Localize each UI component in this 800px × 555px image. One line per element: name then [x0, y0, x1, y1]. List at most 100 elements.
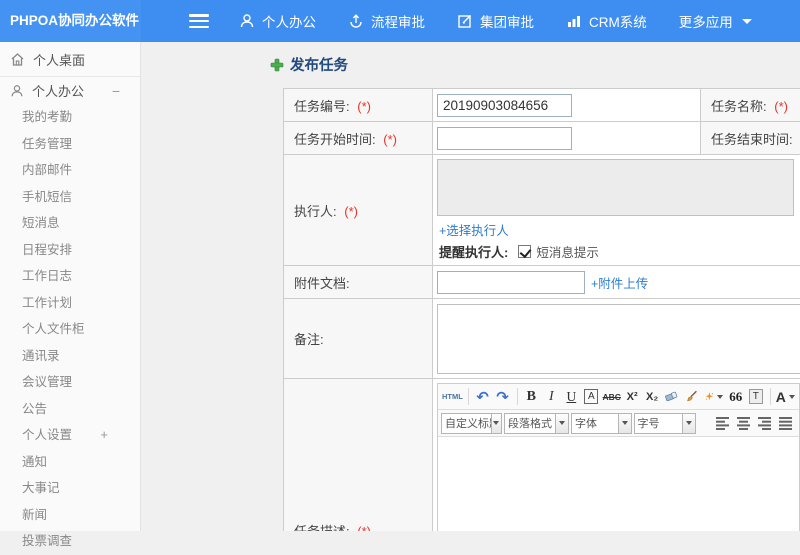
task-name-label-cell: 任务名称: (*) [701, 89, 800, 122]
sidebar-group-personal-office[interactable]: 个人办公 − [0, 77, 140, 104]
divider [770, 388, 771, 405]
sidebar-item-label: 个人桌面 [33, 50, 85, 69]
align-center-icon[interactable] [733, 413, 754, 434]
blockquote-icon[interactable]: 66 [727, 386, 745, 407]
superscript-button[interactable]: X² [623, 386, 641, 407]
executor-label-cell: 执行人: (*) [284, 155, 433, 266]
editor-content-area[interactable] [438, 437, 799, 531]
bold-button[interactable]: B [522, 386, 540, 407]
sidebar-item-file-cabinet[interactable]: 个人文件柜 [0, 316, 140, 343]
caret-down-icon [789, 395, 795, 399]
sidebar-item-personal-desktop[interactable]: 个人桌面 [0, 42, 140, 76]
expand-plus-icon[interactable]: + [100, 422, 108, 449]
autotypeset-icon[interactable] [703, 386, 725, 407]
sidebar-item-mobile-sms[interactable]: 手机短信 [0, 184, 140, 211]
hamburger-menu-icon[interactable] [189, 14, 209, 28]
divider [468, 388, 469, 405]
html-source-button[interactable]: HTML [442, 386, 463, 407]
task-number-label-cell: 任务编号: (*) [284, 89, 433, 122]
user-icon [239, 13, 255, 29]
required-mark: (*) [357, 99, 371, 114]
app-logo[interactable]: PHPOA协同办公软件 [0, 0, 141, 42]
strikethrough-button[interactable]: ABC [602, 386, 621, 407]
divider [517, 388, 518, 405]
font-color-icon[interactable]: A [776, 386, 795, 407]
paste-text-icon[interactable]: T [747, 386, 765, 407]
font-size-select[interactable]: 字号 [634, 413, 696, 434]
field-label: 执行人: [294, 204, 337, 219]
field-label: 任务描述: [294, 524, 350, 531]
field-label: 任务开始时间: [294, 132, 376, 147]
sidebar-item-schedule[interactable]: 日程安排 [0, 237, 140, 264]
nav-label: CRM系统 [589, 11, 647, 31]
caret-down-icon [717, 395, 723, 399]
page-title: 发布任务 [270, 54, 348, 75]
editor-toolbar-row1: HTML ↶ ↷ B I U A ABC X² X₂ [438, 384, 799, 410]
sidebar-item-short-message[interactable]: 短消息 [0, 210, 140, 237]
choose-executor-link[interactable]: +选择执行人 [439, 220, 800, 239]
undo-icon[interactable]: ↶ [474, 386, 492, 407]
task-number-input[interactable] [437, 94, 572, 117]
rich-text-editor: HTML ↶ ↷ B I U A ABC X² X₂ [437, 383, 800, 531]
nav-process-approval[interactable]: 流程审批 [348, 11, 425, 31]
format-brush-icon[interactable] [683, 386, 701, 407]
font-border-button[interactable]: A [582, 386, 600, 407]
sidebar-item-vote-survey[interactable]: 投票调查 [0, 528, 140, 555]
paragraph-format-select[interactable]: 段落格式 [504, 413, 569, 434]
user-icon [10, 84, 24, 98]
attachment-upload-link[interactable]: +附件上传 [591, 273, 648, 292]
sidebar-item-notice[interactable]: 通知 [0, 449, 140, 476]
custom-title-select[interactable]: 自定义标题 [441, 413, 502, 434]
sidebar-item-personal-settings[interactable]: 个人设置 + [0, 422, 140, 449]
start-time-label-cell: 任务开始时间: (*) [284, 122, 433, 155]
start-time-input[interactable] [437, 127, 572, 150]
sidebar-item-internal-mail[interactable]: 内部邮件 [0, 157, 140, 184]
nav-label: 流程审批 [371, 11, 425, 31]
underline-button[interactable]: U [562, 386, 580, 407]
eraser-icon[interactable] [663, 386, 681, 407]
nav-crm-system[interactable]: CRM系统 [566, 11, 647, 31]
collapse-minus-icon[interactable]: − [112, 83, 120, 99]
required-mark: (*) [383, 132, 397, 147]
nav-personal-office[interactable]: 个人办公 [239, 11, 316, 31]
align-left-icon[interactable] [712, 413, 733, 434]
sidebar-item-label: 个人设置 [22, 428, 72, 442]
nav-label: 集团审批 [480, 11, 534, 31]
sidebar-submenu: 我的考勤 任务管理 内部邮件 手机短信 短消息 日程安排 工作日志 工作计划 个… [0, 104, 140, 555]
add-icon [270, 58, 284, 72]
italic-button[interactable]: I [542, 386, 560, 407]
font-family-select[interactable]: 字体 [571, 413, 632, 434]
top-menu: 个人办公 流程审批 集团审批 CRM系统 更多应用 [239, 11, 784, 31]
sidebar-item-work-log[interactable]: 工作日志 [0, 263, 140, 290]
attachment-input[interactable] [437, 271, 585, 294]
nav-label: 个人办公 [262, 11, 316, 31]
remark-textarea[interactable] [437, 304, 800, 374]
bar-chart-icon [566, 13, 582, 29]
checkbox-checked-icon[interactable] [518, 245, 531, 258]
nav-label: 更多应用 [679, 11, 733, 31]
attachment-label-cell: 附件文档: [284, 266, 433, 299]
nav-more-apps[interactable]: 更多应用 [679, 11, 752, 31]
subscript-button[interactable]: X₂ [643, 386, 661, 407]
page-title-text: 发布任务 [290, 54, 348, 75]
executor-textarea[interactable] [437, 159, 794, 216]
sidebar-item-work-plan[interactable]: 工作计划 [0, 290, 140, 317]
sidebar-item-contacts[interactable]: 通讯录 [0, 343, 140, 370]
editor-toolbar-row2: 自定义标题 段落格式 字体 字号 [438, 410, 799, 437]
align-justify-icon[interactable] [775, 413, 796, 434]
redo-icon[interactable]: ↷ [494, 386, 512, 407]
remind-executor-label: 提醒执行人: [439, 242, 508, 261]
field-label: 任务编号: [294, 99, 350, 114]
remark-label-cell: 备注: [284, 299, 433, 379]
sidebar-item-big-events[interactable]: 大事记 [0, 475, 140, 502]
sidebar-item-task-management[interactable]: 任务管理 [0, 131, 140, 158]
sidebar-item-announcement[interactable]: 公告 [0, 396, 140, 423]
field-label: 任务名称: [711, 99, 767, 114]
required-mark: (*) [357, 524, 371, 531]
align-right-icon[interactable] [754, 413, 775, 434]
nav-group-approval[interactable]: 集团审批 [457, 11, 534, 31]
sidebar-item-news[interactable]: 新闻 [0, 502, 140, 529]
caret-down-icon [742, 19, 752, 24]
sidebar-item-meeting-management[interactable]: 会议管理 [0, 369, 140, 396]
sidebar-item-attendance[interactable]: 我的考勤 [0, 104, 140, 131]
